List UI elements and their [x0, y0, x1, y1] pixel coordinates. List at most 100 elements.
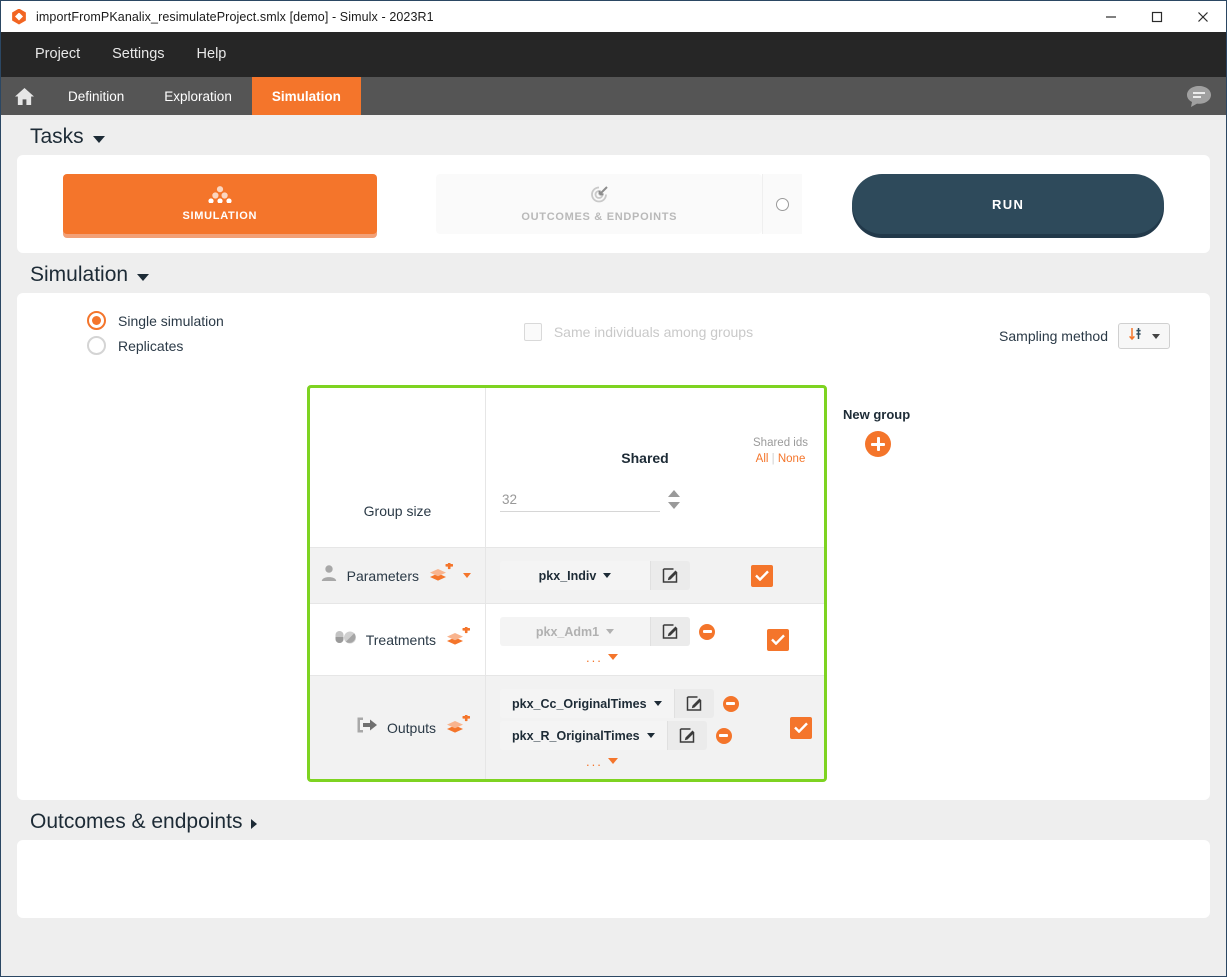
radio-circle-icon — [776, 197, 790, 211]
radio-replicates-label: Replicates — [118, 337, 184, 354]
stepper-down-icon[interactable] — [668, 502, 680, 509]
menu-item-project[interactable]: Project — [19, 32, 96, 77]
row-checkbox-cell-parameters — [699, 548, 824, 603]
task-simulation-label: SIMULATION — [182, 210, 258, 222]
tab-definition[interactable]: Definition — [48, 77, 144, 115]
radio-single-simulation[interactable]: Single simulation — [87, 311, 224, 330]
tasks-card: SIMULATION OUTCOMES & ENDPOINTS RUN — [17, 155, 1210, 253]
chat-bubble-icon[interactable] — [1186, 77, 1226, 115]
close-icon[interactable] — [1180, 1, 1226, 32]
task-outcomes-button[interactable]: OUTCOMES & ENDPOINTS — [436, 174, 763, 234]
table-row: Outputs pkx_Cc_OriginalTimes pkx_R_Origi… — [310, 676, 824, 779]
chip-pkx-r-originaltimes[interactable]: pkx_R_OriginalTimes — [500, 721, 707, 750]
chip-label: pkx_Cc_OriginalTimes — [500, 689, 674, 718]
stepper-up-icon[interactable] — [668, 490, 680, 497]
chip-label: pkx_Adm1 — [500, 617, 650, 646]
remove-output-icon[interactable] — [722, 695, 739, 712]
tab-exploration[interactable]: Exploration — [144, 77, 252, 115]
person-icon — [320, 564, 338, 587]
run-button-label: RUN — [991, 196, 1025, 212]
add-parameters-caret-icon[interactable] — [463, 573, 471, 578]
chip-pkx-indiv[interactable]: pkx_Indiv — [500, 561, 690, 590]
shared-ids-label: Shared ids — [753, 437, 808, 449]
group-size-input[interactable] — [500, 490, 660, 512]
add-layers-icon[interactable] — [445, 713, 471, 740]
row-label-cell-parameters: Parameters — [310, 548, 486, 603]
run-button[interactable]: RUN — [852, 174, 1165, 234]
chip-text: pkx_Indiv — [538, 568, 597, 583]
tasks-section-title[interactable]: Tasks — [17, 115, 1210, 155]
row-label-outputs: Outputs — [386, 719, 436, 736]
simulation-mode-radio-group: Single simulation Replicates — [87, 311, 224, 355]
row-label-treatments: Treatments — [365, 631, 436, 648]
outcomes-section-title[interactable]: Outcomes & endpoints — [17, 800, 1210, 840]
outcomes-title-label: Outcomes & endpoints — [30, 810, 243, 833]
minimize-icon[interactable] — [1088, 1, 1134, 32]
task-outcomes-wrapper: OUTCOMES & ENDPOINTS — [436, 174, 803, 234]
add-more-treatments[interactable]: ... — [586, 650, 715, 665]
add-more-outputs[interactable]: ... — [586, 754, 739, 769]
new-group-label: New group — [843, 407, 911, 422]
same-individuals-checkbox-row[interactable]: Same individuals among groups — [523, 323, 753, 341]
window-title: importFromPKanalix_resimulateProject.sml… — [36, 9, 434, 24]
radio-single-simulation-label: Single simulation — [118, 312, 224, 329]
pencil-edit-icon[interactable] — [650, 561, 690, 590]
chevron-down-icon — [607, 653, 618, 660]
simulation-options-row: Single simulation Replicates Same indivi… — [17, 311, 1210, 369]
shared-column-header: Shared Shared ids All | None — [486, 388, 824, 547]
add-layers-icon[interactable] — [428, 561, 454, 588]
window-controls — [1088, 1, 1226, 32]
radio-replicates-icon — [87, 336, 106, 355]
group-table-area: Group size Shared Shared ids All | None — [17, 385, 1210, 782]
shared-ids-separator: | — [771, 452, 775, 465]
page-content: Tasks SIMULATION OUTCOMES & ENDPOINTS RU… — [1, 115, 1226, 976]
simulation-card: Single simulation Replicates Same indivi… — [17, 293, 1210, 800]
group-table-header-row: Group size Shared Shared ids All | None — [310, 388, 824, 548]
menu-item-settings[interactable]: Settings — [96, 32, 180, 77]
checkbox-treatments[interactable] — [766, 628, 789, 651]
radio-single-simulation-icon — [87, 311, 106, 330]
remove-output-icon[interactable] — [715, 727, 732, 744]
title-bar: importFromPKanalix_resimulateProject.sml… — [1, 1, 1226, 32]
checkbox-outputs[interactable] — [790, 716, 813, 739]
pencil-edit-icon[interactable] — [650, 617, 690, 646]
remove-treatment-icon[interactable] — [699, 623, 715, 640]
checkbox-parameters[interactable] — [750, 564, 773, 587]
sampling-method-dropdown[interactable] — [1118, 323, 1170, 349]
add-layers-icon[interactable] — [445, 625, 471, 652]
export-arrow-icon — [356, 716, 378, 739]
task-outcomes-radio[interactable] — [762, 174, 803, 234]
chevron-down-icon — [607, 757, 618, 764]
row-content-outputs: pkx_Cc_OriginalTimes pkx_R_OriginalTimes… — [486, 676, 824, 779]
home-icon[interactable] — [1, 77, 48, 115]
task-outcomes-label: OUTCOMES & ENDPOINTS — [521, 211, 678, 223]
chip-pkx-cc-originaltimes[interactable]: pkx_Cc_OriginalTimes — [500, 689, 714, 718]
shared-ids-all-link[interactable]: All — [756, 453, 769, 465]
chevron-down-icon — [603, 573, 612, 578]
row-checkbox-cell-outputs — [739, 676, 824, 779]
pencil-edit-icon[interactable] — [673, 689, 714, 718]
plus-circle-icon[interactable] — [865, 431, 891, 457]
chip-row: pkx_Indiv — [500, 561, 699, 590]
group-size-label: Group size — [363, 503, 432, 519]
app-window: importFromPKanalix_resimulateProject.sml… — [0, 0, 1227, 977]
shared-ids-links: All | None — [753, 452, 808, 468]
menu-item-help[interactable]: Help — [181, 32, 243, 77]
simulation-title-label: Simulation — [30, 263, 129, 286]
row-content-treatments: pkx_Adm1 ... — [486, 604, 824, 675]
row-label-cell-outputs: Outputs — [310, 676, 486, 779]
maximize-icon[interactable] — [1134, 1, 1180, 32]
chip-row: pkx_Adm1 — [500, 617, 715, 646]
chevron-down-icon — [92, 136, 105, 143]
pencil-edit-icon[interactable] — [666, 721, 707, 750]
simulation-section-title[interactable]: Simulation — [17, 253, 1210, 293]
task-simulation-button[interactable]: SIMULATION — [63, 174, 377, 234]
tab-simulation-label: Simulation — [271, 88, 341, 104]
outcomes-card — [17, 840, 1210, 918]
chip-label: pkx_R_OriginalTimes — [500, 721, 667, 750]
tab-simulation[interactable]: Simulation — [251, 77, 361, 115]
chip-pkx-adm1[interactable]: pkx_Adm1 — [500, 617, 690, 646]
radio-replicates[interactable]: Replicates — [87, 336, 224, 355]
shared-ids-none-link[interactable]: None — [778, 453, 806, 465]
row-content-parameters: pkx_Indiv — [486, 548, 824, 603]
